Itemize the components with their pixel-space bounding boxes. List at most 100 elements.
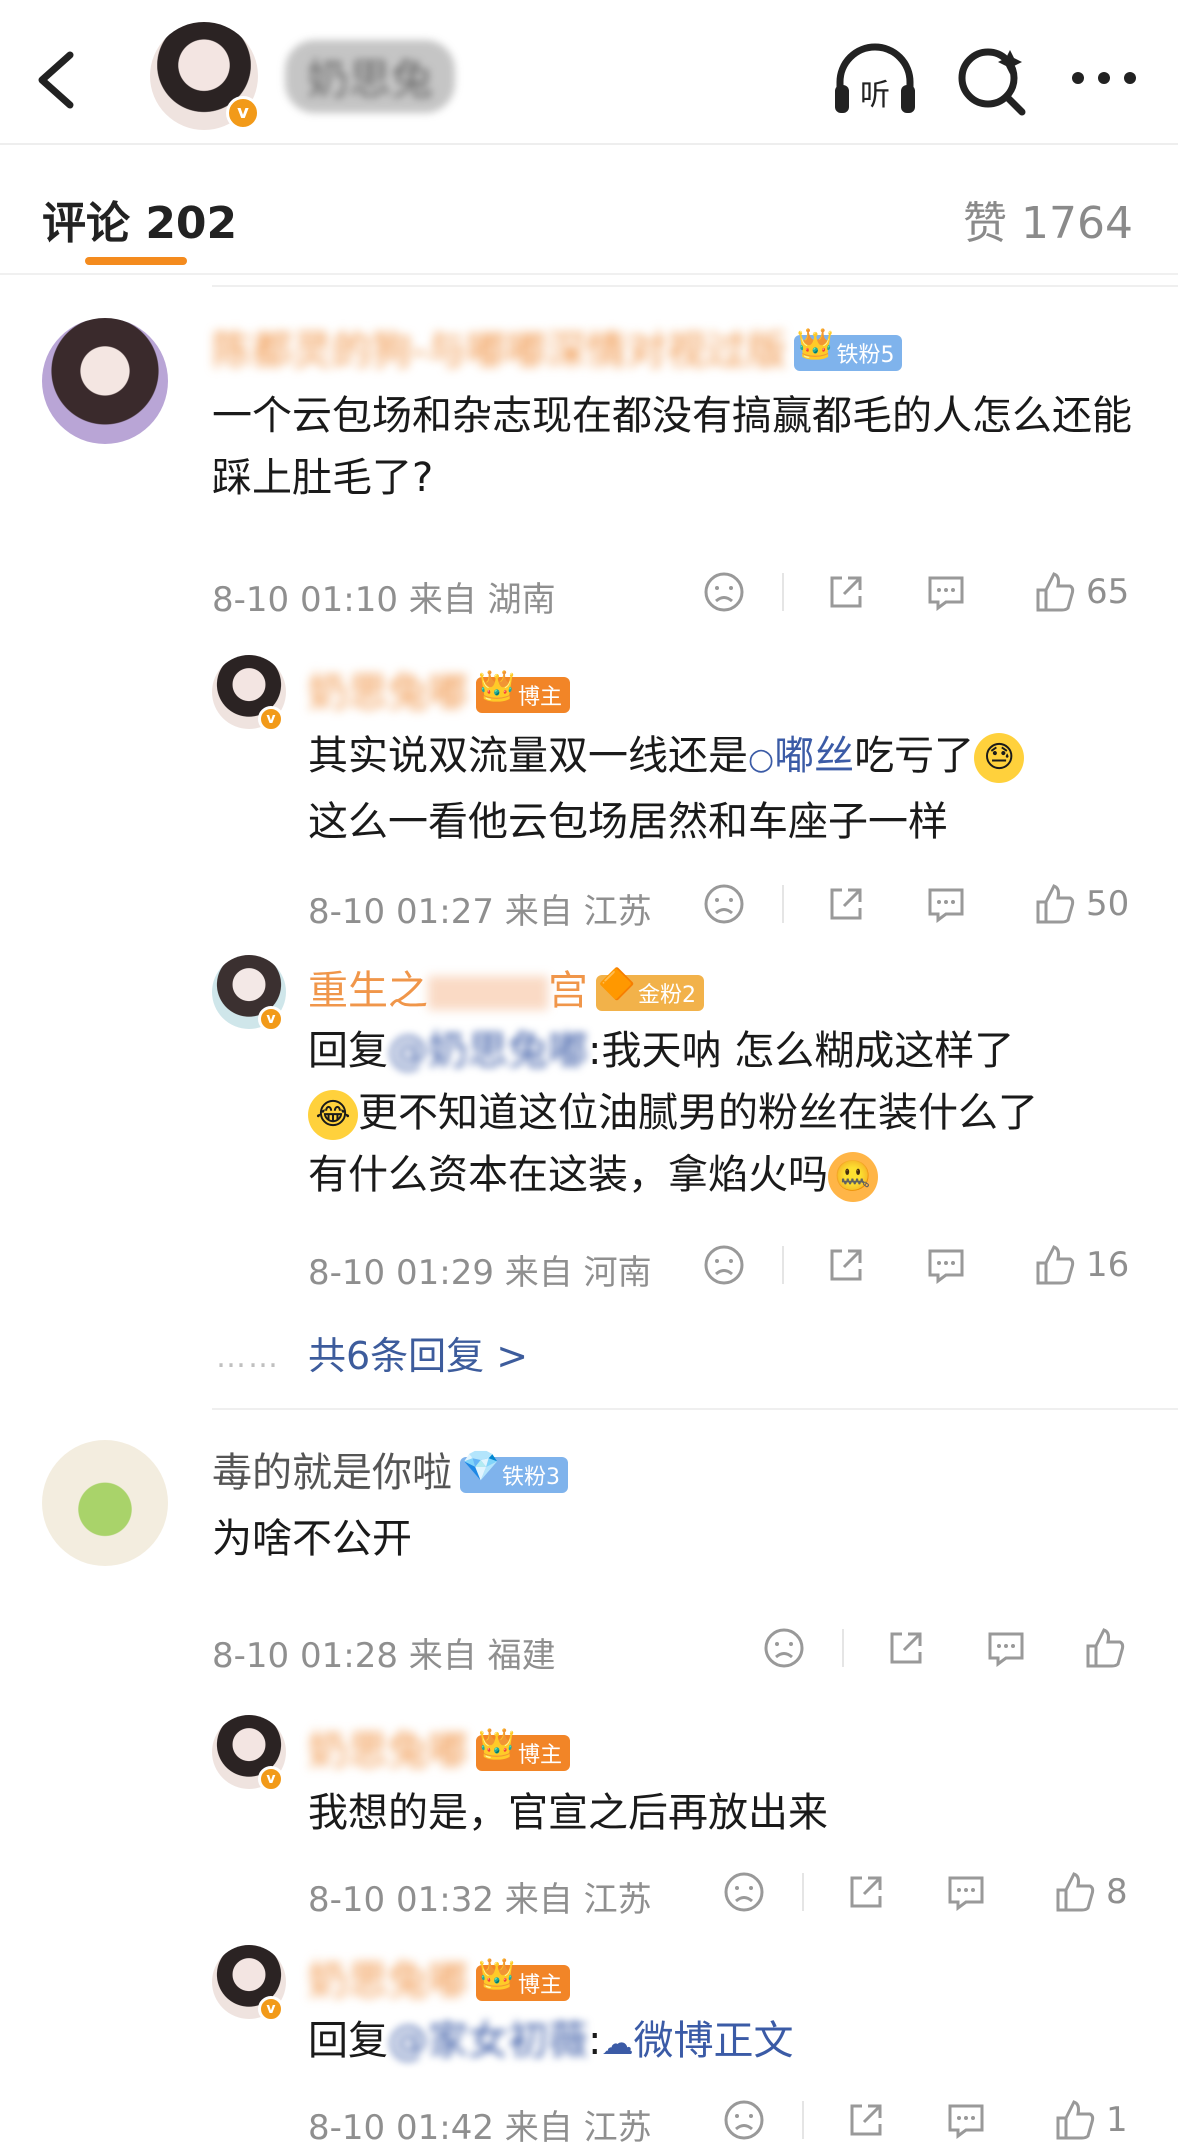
- mention-link[interactable]: @家女初薇: [388, 2018, 588, 2064]
- like-icon: [1036, 884, 1075, 924]
- comment-icon[interactable]: [922, 877, 970, 931]
- dislike-icon[interactable]: [700, 565, 748, 619]
- verified-badge-icon: v: [258, 1006, 284, 1032]
- comment-text: 一个云包场和杂志现在都没有搞赢都毛的人怎么还能踩上肚毛了?: [212, 393, 1132, 501]
- reply-author-name-tail: 宫: [548, 968, 588, 1014]
- like-count: 65: [1086, 572, 1130, 612]
- like-button[interactable]: 1: [1050, 2093, 1128, 2147]
- share-icon[interactable]: [842, 2093, 890, 2147]
- reply-author[interactable]: 奶思兔嘟 👑 博主: [308, 1718, 571, 1776]
- more-replies-link[interactable]: 共6条回复 >: [308, 1325, 528, 1380]
- crown-icon: 🔶: [598, 967, 636, 1002]
- divider: [212, 285, 1178, 287]
- dislike-icon[interactable]: [720, 2093, 768, 2147]
- reply-meta: 8-10 01:27 来自 江苏: [308, 892, 652, 932]
- reply-author[interactable]: 重生之 宫 🔶 金粉2: [308, 958, 704, 1016]
- reply-text: 回复@家女初薇:☁微博正文: [308, 2010, 1148, 2074]
- like-count: 1: [1106, 2100, 1128, 2140]
- reply-actions: 1: [710, 2093, 1160, 2152]
- like-button[interactable]: 16: [1030, 1238, 1129, 1292]
- reply-author[interactable]: 奶思兔嘟 👑 博主: [308, 1948, 571, 2006]
- divider: [212, 1408, 1178, 1410]
- comment-tabs: 评论 202 赞 1764: [0, 145, 1178, 275]
- verified-badge-icon: v: [258, 1766, 284, 1792]
- comment-author[interactable]: 陈都灵的狗-与嘟嘟深情对视过版 👑 铁粉5: [212, 318, 903, 376]
- comment-icon[interactable]: [922, 1238, 970, 1292]
- like-button[interactable]: [1080, 1621, 1128, 1675]
- reply-prefix: 回复: [308, 2018, 388, 2064]
- back-icon[interactable]: [30, 45, 90, 115]
- host-badge: 👑 博主: [476, 1957, 571, 2001]
- like-icon: [1056, 1872, 1095, 1912]
- reply-author[interactable]: 奶思兔嘟 👑 博主: [308, 660, 571, 718]
- like-button[interactable]: 65: [1030, 565, 1129, 619]
- dislike-icon[interactable]: [760, 1621, 808, 1675]
- fan-badge-label: 铁粉3: [502, 1465, 560, 1490]
- comment-icon[interactable]: [922, 565, 970, 619]
- more-icon[interactable]: [1060, 40, 1150, 120]
- reply-author-name: 奶思兔嘟: [308, 670, 468, 716]
- avatar[interactable]: [42, 318, 168, 444]
- like-count: 50: [1086, 884, 1130, 924]
- like-button[interactable]: 8: [1050, 1865, 1128, 1919]
- reply-text: 回复@奶思兔嘟:我天呐 怎么糊成这样了 😂 更不知道这位油腻男的粉丝在装什么了 有什么…: [308, 1020, 1148, 1206]
- like-icon: [1036, 1245, 1075, 1285]
- reply-text-b: 吃亏了: [854, 733, 975, 779]
- dislike-icon[interactable]: [700, 877, 748, 931]
- dislike-icon[interactable]: [720, 1865, 768, 1919]
- verified-badge-icon: v: [226, 96, 260, 130]
- tab-likes[interactable]: 赞 1764: [963, 187, 1133, 251]
- reply-author-name: 重生之: [308, 968, 428, 1014]
- comment-actions: 65: [690, 565, 1140, 625]
- top-bar: v 奶思兔 听: [0, 0, 1178, 145]
- like-icon: [1036, 572, 1075, 612]
- crown-icon: 👑: [478, 1957, 516, 1992]
- avatar[interactable]: [42, 1440, 168, 1566]
- reply-text: 其实说双流量双一线还是○嘟丝吃亏了 😓 这么一看他云包场居然和车座子一样: [308, 725, 1148, 853]
- comment-icon[interactable]: [942, 1865, 990, 1919]
- reply-text: 我想的是，官宣之后再放出来: [308, 1790, 828, 1836]
- separator: [842, 1629, 844, 1667]
- comment-meta: 8-10 01:10 来自 湖南: [212, 580, 556, 620]
- laugh-cry-emoji-icon: 😂: [308, 1090, 358, 1140]
- like-button[interactable]: 50: [1030, 877, 1129, 931]
- search-icon[interactable]: [948, 40, 1038, 120]
- tab-comments[interactable]: 评论 202: [42, 187, 237, 251]
- fan-badge: 🔶 金粉2: [596, 967, 704, 1011]
- headphones-icon[interactable]: 听: [830, 40, 920, 120]
- reply-author-name: 奶思兔嘟: [308, 1728, 468, 1774]
- comment-icon[interactable]: [982, 1621, 1030, 1675]
- reply-meta: 8-10 01:29 来自 河南: [308, 1253, 652, 1293]
- page-title: 奶思兔: [285, 40, 456, 113]
- crown-icon: 👑: [478, 669, 516, 704]
- share-icon[interactable]: [822, 877, 870, 931]
- verified-badge-icon: v: [258, 706, 284, 732]
- comment-text: 为啥不公开: [212, 1516, 412, 1562]
- reply-actions: 50: [690, 877, 1140, 937]
- blurred-name: [428, 976, 548, 1010]
- dislike-icon[interactable]: [700, 1238, 748, 1292]
- separator: [782, 573, 784, 611]
- mention-label: @家女初薇: [388, 2018, 588, 2064]
- reply-actions: 8: [710, 1865, 1160, 1925]
- share-icon[interactable]: [842, 1865, 890, 1919]
- fan-badge: 👑 铁粉5: [794, 327, 903, 371]
- separator: [802, 1873, 804, 1911]
- mention-link[interactable]: @奶思兔嘟: [388, 1028, 588, 1074]
- separator: [782, 885, 784, 923]
- share-icon[interactable]: [822, 1238, 870, 1292]
- diamond-icon: 💎: [462, 1449, 500, 1484]
- separator: [802, 2101, 804, 2139]
- sweat-emoji-icon: 😓: [974, 733, 1025, 783]
- comment-author[interactable]: 毒的就是你啦 💎 铁粉3: [212, 1440, 568, 1498]
- reply-text-c: 有什么资本在这装，拿焰火吗: [308, 1152, 828, 1198]
- share-icon[interactable]: [822, 565, 870, 619]
- like-icon: [1056, 2100, 1095, 2140]
- topic-link-label: 嘟丝: [774, 733, 855, 779]
- like-count: 16: [1086, 1245, 1130, 1285]
- topic-link[interactable]: ○嘟丝: [748, 733, 854, 779]
- share-icon[interactable]: [882, 1621, 930, 1675]
- comment-author-name: 毒的就是你啦: [212, 1450, 452, 1496]
- comment-icon[interactable]: [942, 2093, 990, 2147]
- weibo-post-link[interactable]: ☁微博正文: [601, 2018, 793, 2064]
